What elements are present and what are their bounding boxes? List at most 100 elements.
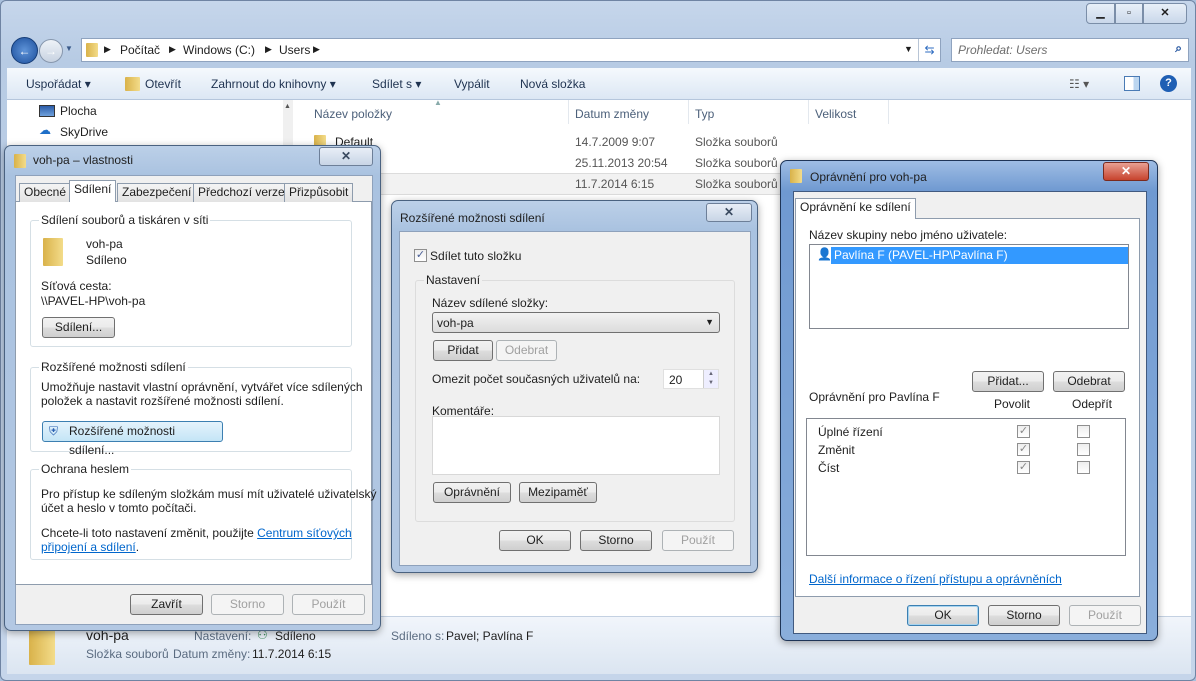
ok-button[interactable]: OK bbox=[907, 605, 979, 626]
minimize-button[interactable]: ▁ bbox=[1086, 3, 1115, 24]
permission-read: Číst bbox=[818, 461, 840, 475]
comments-textarea[interactable] bbox=[432, 416, 720, 475]
open-button[interactable]: Otevřít bbox=[145, 77, 181, 91]
dialog-title: Rozšířené možnosti sdílení bbox=[400, 211, 545, 225]
tab-general[interactable]: Obecné bbox=[19, 183, 72, 202]
cancel-button[interactable]: Storno bbox=[988, 605, 1060, 626]
close-button[interactable]: ✕ bbox=[1103, 162, 1149, 181]
apply-button[interactable]: Použít bbox=[1069, 605, 1141, 626]
breadcrumb-users[interactable]: Users bbox=[279, 43, 310, 57]
change-setting-text: Chcete-li toto nastavení změnit, použijt… bbox=[41, 526, 258, 540]
share-folder-checkbox[interactable]: ✓ bbox=[414, 249, 427, 262]
row-date: 14.7.2009 9:07 bbox=[575, 135, 656, 149]
column-name[interactable]: Název položky bbox=[314, 107, 392, 121]
burn-button[interactable]: Vypálit bbox=[454, 77, 490, 91]
close-button[interactable]: ✕ bbox=[706, 203, 752, 222]
back-button[interactable]: ← bbox=[11, 37, 38, 64]
permissions-list: Úplné řízení ✓ Změnit ✓ Číst ✓ bbox=[806, 418, 1126, 556]
column-date[interactable]: Datum změny bbox=[575, 107, 649, 121]
network-path-label: Síťová cesta: bbox=[41, 279, 112, 293]
column-type[interactable]: Typ bbox=[695, 107, 714, 121]
preview-pane-icon[interactable] bbox=[1124, 76, 1140, 91]
folder-icon bbox=[790, 169, 802, 183]
read-deny-checkbox[interactable] bbox=[1077, 461, 1090, 474]
view-options-icon[interactable]: ☷ ▾ bbox=[1069, 77, 1089, 91]
tab-security[interactable]: Zabezpečení bbox=[117, 183, 197, 202]
details-date-label: Datum změny: bbox=[173, 647, 251, 661]
new-folder-button[interactable]: Nová složka bbox=[520, 77, 585, 91]
full-control-allow-checkbox[interactable]: ✓ bbox=[1017, 425, 1030, 438]
organize-menu[interactable]: Uspořádat ▾ bbox=[26, 77, 91, 91]
include-in-library-menu[interactable]: Zahrnout do knihovny ▾ bbox=[211, 77, 336, 91]
address-dropdown-icon[interactable]: ▼ bbox=[904, 44, 913, 54]
user-icon: 👤 bbox=[817, 247, 832, 261]
maximize-button[interactable]: ▫ bbox=[1115, 3, 1143, 24]
advanced-sharing-button[interactable]: ⛨ Rozšířené možnosti sdílení... bbox=[42, 421, 223, 457]
share-with-menu[interactable]: Sdílet s ▾ bbox=[372, 77, 421, 91]
search-placeholder: Prohledat: Users bbox=[958, 43, 1048, 57]
spinner-arrows-icon: ▲ ▼ bbox=[703, 370, 718, 388]
desktop-icon bbox=[39, 105, 55, 117]
permissions-button[interactable]: Oprávnění bbox=[433, 482, 511, 503]
details-state-label: Nastavení: bbox=[194, 629, 252, 643]
dialog-title: Oprávnění pro voh-pa bbox=[810, 170, 927, 184]
user-limit-label: Omezit počet současných uživatelů na: bbox=[432, 372, 641, 386]
nav-item-skydrive[interactable]: SkyDrive bbox=[60, 125, 108, 139]
full-control-deny-checkbox[interactable] bbox=[1077, 425, 1090, 438]
folder-icon bbox=[86, 43, 98, 57]
nav-item-desktop[interactable]: Plocha bbox=[60, 104, 97, 118]
share-folder-label: Sdílet tuto složku bbox=[430, 249, 522, 263]
apply-button[interactable]: Použít bbox=[292, 594, 365, 615]
share-button[interactable]: Sdílení... bbox=[42, 317, 115, 338]
table-row[interactable]: Default 14.7.2009 9:07 Složka souborů bbox=[293, 133, 893, 153]
breadcrumb-drive[interactable]: Windows (C:) bbox=[183, 43, 255, 57]
close-dialog-button[interactable]: Zavřít bbox=[130, 594, 203, 615]
breadcrumb-computer[interactable]: Počítač bbox=[120, 43, 160, 57]
change-allow-checkbox[interactable]: ✓ bbox=[1017, 443, 1030, 456]
caching-button[interactable]: Mezipaměť bbox=[519, 482, 597, 503]
tab-customize[interactable]: Přizpůsobit bbox=[284, 183, 354, 202]
network-center-link[interactable]: Centrum síťových bbox=[257, 526, 352, 540]
tab-previous-versions[interactable]: Předchozí verze bbox=[193, 183, 290, 202]
permission-change: Změnit bbox=[818, 443, 855, 457]
remove-share-button[interactable]: Odebrat bbox=[496, 340, 557, 361]
search-icon[interactable]: ⌕ bbox=[1175, 41, 1182, 56]
dropdown-arrow-icon: ▼ bbox=[705, 317, 714, 327]
chevron-right-icon: ▶ bbox=[265, 44, 272, 54]
network-center-link[interactable]: připojení a sdílení bbox=[41, 540, 136, 554]
ok-button[interactable]: OK bbox=[499, 530, 571, 551]
apply-button[interactable]: Použít bbox=[662, 530, 734, 551]
cancel-button[interactable]: Storno bbox=[580, 530, 652, 551]
refresh-icon[interactable]: ⇆ bbox=[918, 39, 940, 61]
read-allow-checkbox[interactable]: ✓ bbox=[1017, 461, 1030, 474]
close-button[interactable]: ✕ bbox=[1143, 3, 1187, 24]
add-share-button[interactable]: Přidat bbox=[433, 340, 493, 361]
share-name-combobox[interactable]: voh-pa ▼ bbox=[432, 312, 720, 333]
change-deny-checkbox[interactable] bbox=[1077, 443, 1090, 456]
share-name-label: Název sdílené složky: bbox=[432, 296, 549, 310]
forward-button[interactable]: → bbox=[39, 39, 63, 63]
address-bar[interactable]: ▶ Počítač ▶ Windows (C:) ▶ Users ▶ ▼ ⇆ bbox=[81, 38, 941, 62]
chevron-right-icon: ▶ bbox=[313, 44, 320, 54]
tab-share-permissions[interactable]: Oprávnění ke sdílení bbox=[795, 198, 916, 219]
column-size[interactable]: Velikost bbox=[815, 107, 856, 121]
access-control-help-link[interactable]: Další informace o řízení přístupu a oprá… bbox=[809, 572, 1062, 586]
users-listbox[interactable]: 👤 Pavlína F (PAVEL-HP\Pavlína F) bbox=[809, 244, 1129, 329]
tab-sharing[interactable]: Sdílení bbox=[69, 180, 117, 202]
add-user-button[interactable]: Přidat... bbox=[972, 371, 1044, 392]
close-button[interactable]: ✕ bbox=[319, 147, 373, 166]
user-limit-spinner[interactable]: 20 ▲ ▼ bbox=[663, 369, 719, 389]
details-shared-with-label: Sdíleno s: bbox=[391, 629, 445, 643]
cancel-button[interactable]: Storno bbox=[211, 594, 284, 615]
network-sharing-group: Sdílení souborů a tiskáren v síti voh-pa… bbox=[30, 213, 352, 347]
history-dropdown-icon[interactable]: ▼ bbox=[65, 44, 73, 53]
remove-user-button[interactable]: Odebrat bbox=[1053, 371, 1125, 392]
password-description: Pro přístup ke sdíleným složkám musí mít… bbox=[41, 487, 377, 501]
skydrive-icon: ☁ bbox=[39, 123, 51, 137]
search-input[interactable]: Prohledat: Users ⌕ bbox=[951, 38, 1189, 62]
user-item-selected[interactable]: Pavlína F (PAVEL-HP\Pavlína F) bbox=[831, 247, 1128, 264]
chevron-right-icon: ▶ bbox=[169, 44, 176, 54]
help-icon[interactable]: ? bbox=[1160, 75, 1177, 92]
network-path: \\PAVEL-HP\voh-pa bbox=[41, 294, 146, 308]
folder-large-icon bbox=[29, 629, 55, 665]
